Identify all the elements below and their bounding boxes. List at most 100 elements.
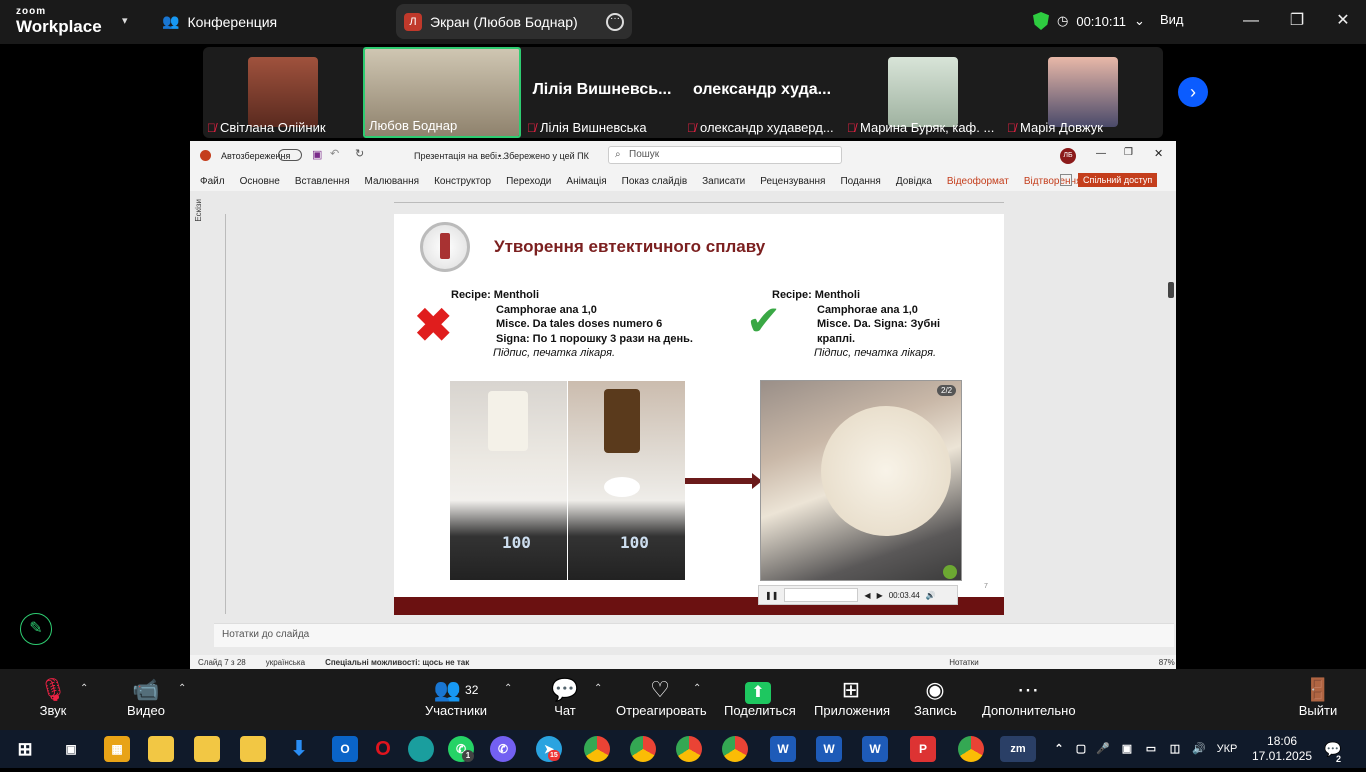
share-screen-button[interactable]: ⬆ Поделиться: [724, 677, 796, 718]
battery-icon[interactable]: ▭: [1138, 736, 1164, 762]
opera-icon[interactable]: O: [370, 736, 396, 762]
leave-button[interactable]: 🚪 Выйти: [1298, 677, 1338, 718]
rewind-icon[interactable]: ◀: [864, 591, 870, 600]
participant-tile[interactable]: Лілія Вишневсь... 🎙̸ Лілія Вишневська: [523, 47, 681, 138]
video-button[interactable]: 📹 Видео: [126, 677, 166, 718]
viber-icon[interactable]: ✆: [490, 736, 516, 762]
more-options-icon[interactable]: ···: [606, 12, 624, 31]
annotate-icon[interactable]: ✎: [20, 613, 52, 645]
screen-share-indicator[interactable]: Л Экран (Любов Боднар) ···: [396, 4, 632, 39]
mic-icon[interactable]: 🎤: [1090, 736, 1116, 762]
whatsapp-icon[interactable]: ✆ 1: [448, 736, 474, 762]
tab-review[interactable]: Рецензування: [760, 176, 825, 187]
word-icon[interactable]: W: [770, 736, 796, 762]
word-icon[interactable]: W: [816, 736, 842, 762]
tab-transitions[interactable]: Переходи: [506, 176, 551, 187]
tab-draw[interactable]: Малювання: [365, 176, 420, 187]
language[interactable]: українська: [266, 658, 305, 667]
more-button[interactable]: ⋯ Дополнительно: [982, 677, 1076, 718]
zoom-logo[interactable]: zoom Workplace: [16, 6, 126, 37]
participant-tile-active[interactable]: Любов Боднар: [363, 47, 521, 138]
save-status[interactable]: • Збережено у цей ПК: [498, 151, 589, 161]
file-name[interactable]: Презентація на вебі...: [414, 151, 505, 161]
tab-file[interactable]: Файл: [200, 176, 225, 187]
folder-icon[interactable]: [240, 736, 266, 762]
share-button[interactable]: Спільний доступ: [1078, 173, 1158, 187]
volume-icon[interactable]: 🔊: [1186, 736, 1212, 762]
accessibility-status[interactable]: Спеціальні можливості: щось не так: [325, 658, 469, 667]
tab-design[interactable]: Конструктор: [434, 176, 491, 187]
record-button[interactable]: ◉ Запись: [914, 677, 957, 718]
chevron-up-icon[interactable]: ⌃: [693, 683, 701, 694]
conference-menu[interactable]: 👥 Конференция: [162, 13, 277, 30]
search-input[interactable]: ⌕ Пошук: [608, 146, 842, 164]
restore-icon[interactable]: ❐: [1124, 147, 1133, 158]
tab-help[interactable]: Довідка: [896, 176, 932, 187]
folder-icon[interactable]: [148, 736, 174, 762]
zoom-level[interactable]: 87%: [1159, 658, 1175, 667]
chrome-icon[interactable]: [722, 736, 748, 762]
scrollbar-thumb[interactable]: [1168, 282, 1174, 298]
video-progress-bar[interactable]: [784, 588, 859, 602]
participants-button[interactable]: 👥 32 Участники: [424, 677, 488, 718]
tab-slideshow[interactable]: Показ слайдів: [622, 176, 688, 187]
telegram-icon[interactable]: ➤ 15: [536, 736, 562, 762]
shield-icon[interactable]: [1033, 12, 1049, 30]
react-button[interactable]: ♡ Отреагировать: [616, 677, 707, 718]
apps-button[interactable]: ⊞ Приложения: [814, 677, 890, 718]
task-view-icon[interactable]: ▣: [58, 736, 84, 762]
pause-icon[interactable]: ❚❚: [765, 591, 778, 600]
outlook-icon[interactable]: O: [332, 736, 358, 762]
participant-tile[interactable]: олександр худа... 🎙̸ олександр худаверд..…: [683, 47, 841, 138]
tab-animations[interactable]: Анімація: [566, 176, 606, 187]
chevron-up-icon[interactable]: ⌃: [594, 683, 602, 694]
autosave-toggle[interactable]: [278, 149, 302, 161]
folder-icon[interactable]: [194, 736, 220, 762]
participant-tile[interactable]: 🎙̸ Світлана Олійник: [203, 47, 361, 138]
chevron-down-icon[interactable]: ▾: [122, 14, 128, 27]
volume-icon[interactable]: 🔊: [926, 591, 936, 600]
close-icon[interactable]: ✕: [1328, 8, 1358, 34]
redo-icon[interactable]: ↻: [355, 147, 364, 160]
chrome-icon[interactable]: [676, 736, 702, 762]
store-icon[interactable]: ▦: [104, 736, 130, 762]
forward-icon[interactable]: ▶: [877, 591, 883, 600]
minimize-icon[interactable]: —: [1236, 8, 1266, 34]
save-icon[interactable]: ▣: [312, 148, 322, 161]
restore-icon[interactable]: ❐: [1282, 8, 1312, 34]
tab-video-format[interactable]: Відеоформат: [947, 176, 1009, 187]
network-icon[interactable]: ◫: [1162, 736, 1188, 762]
tray-icon[interactable]: ▣: [1114, 736, 1140, 762]
edge-icon[interactable]: [408, 736, 434, 762]
undo-icon[interactable]: ↶: [330, 147, 339, 160]
clock[interactable]: 18:06 17.01.2025: [1252, 734, 1312, 764]
audio-button[interactable]: 🎙 Звук: [36, 677, 70, 718]
participant-tile[interactable]: 🎙̸ Марина Буряк, каф. ...: [843, 47, 1001, 138]
chrome-icon[interactable]: [630, 736, 656, 762]
zoom-taskbar-icon[interactable]: zm: [1000, 736, 1036, 762]
notes-pane[interactable]: Нотатки до слайда: [214, 623, 1174, 647]
windows-start-icon[interactable]: ⊞: [12, 736, 38, 762]
chrome-icon[interactable]: [958, 736, 984, 762]
minimize-icon[interactable]: —: [1096, 148, 1106, 159]
notes-toggle[interactable]: Нотатки: [949, 658, 979, 667]
pdf-icon[interactable]: P: [910, 736, 936, 762]
tab-home[interactable]: Основне: [240, 176, 280, 187]
tab-playback[interactable]: Відтворення: [1024, 176, 1082, 187]
thumbnails-label[interactable]: Ескізи: [194, 199, 203, 222]
chevron-up-icon[interactable]: ⌃: [504, 683, 512, 694]
notifications-icon[interactable]: 💬 2: [1320, 736, 1346, 764]
chrome-icon[interactable]: [584, 736, 610, 762]
chevron-up-icon[interactable]: ⌃: [80, 683, 88, 694]
tab-insert[interactable]: Вставлення: [295, 176, 350, 187]
next-page-button[interactable]: ›: [1178, 77, 1208, 107]
tab-view[interactable]: Подання: [840, 176, 880, 187]
user-avatar[interactable]: ЛБ: [1060, 148, 1076, 164]
participant-tile[interactable]: 🎙̸ Марія Довжук: [1003, 47, 1161, 138]
chat-button[interactable]: 💬 Чат: [550, 677, 580, 718]
word-icon[interactable]: W: [862, 736, 888, 762]
close-icon[interactable]: ✕: [1154, 147, 1163, 160]
download-icon[interactable]: ⬇: [286, 736, 312, 762]
chevron-up-icon[interactable]: ⌃: [178, 683, 186, 694]
language-indicator[interactable]: УКР: [1212, 736, 1242, 762]
